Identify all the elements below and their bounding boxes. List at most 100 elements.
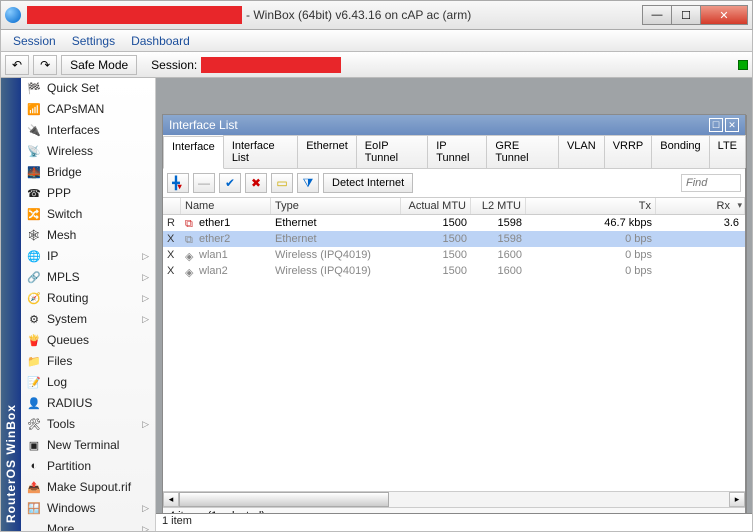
sidebar-label: Partition bbox=[47, 459, 91, 473]
scroll-right-button[interactable]: ▸ bbox=[729, 492, 745, 507]
interface-icon: ⧉ bbox=[185, 218, 195, 228]
outer-statusbar: 1 item bbox=[156, 513, 752, 531]
sidebar-item-log[interactable]: 📝Log bbox=[21, 372, 155, 393]
tab-vrrp[interactable]: VRRP bbox=[604, 135, 653, 168]
window-maximize-button[interactable]: ☐ bbox=[671, 5, 701, 25]
sidebar-item-radius[interactable]: 👤RADIUS bbox=[21, 393, 155, 414]
scroll-track[interactable] bbox=[179, 492, 729, 507]
interface-row[interactable]: X◈wlan1Wireless (IPQ4019)150016000 bps bbox=[163, 247, 745, 263]
interface-row[interactable]: X◈wlan2Wireless (IPQ4019)150016000 bps bbox=[163, 263, 745, 279]
sidebar-label: Wireless bbox=[47, 144, 93, 158]
sidebar-icon: 🏁 bbox=[27, 81, 41, 95]
detect-internet-button[interactable]: Detect Internet bbox=[323, 173, 413, 193]
interface-row[interactable]: X⧉ether2Ethernet150015980 bps bbox=[163, 231, 745, 247]
cell-name: ⧉ether2 bbox=[181, 233, 271, 245]
sidebar-item-ppp[interactable]: ☎PPP bbox=[21, 183, 155, 204]
find-input[interactable] bbox=[681, 174, 741, 192]
col-status[interactable] bbox=[163, 198, 181, 214]
panel-titlebar[interactable]: Interface List ☐ ✕ bbox=[163, 115, 745, 135]
submenu-arrow-icon: ▷ bbox=[142, 272, 149, 283]
tab-interface-list[interactable]: Interface List bbox=[223, 135, 298, 168]
sidebar-item-tools[interactable]: 🛠Tools▷ bbox=[21, 414, 155, 435]
tab-gre-tunnel[interactable]: GRE Tunnel bbox=[486, 135, 559, 168]
sidebar-item-new-terminal[interactable]: ▣New Terminal bbox=[21, 435, 155, 456]
sidebar-item-system[interactable]: ⚙System▷ bbox=[21, 309, 155, 330]
scroll-thumb[interactable] bbox=[179, 492, 389, 507]
sidebar-item-mesh[interactable]: 🕸Mesh bbox=[21, 225, 155, 246]
submenu-arrow-icon: ▷ bbox=[142, 419, 149, 430]
cell-actual-mtu: 1500 bbox=[401, 265, 471, 277]
title-redacted bbox=[27, 6, 242, 24]
tab-lte[interactable]: LTE bbox=[709, 135, 746, 168]
sidebar-label: System bbox=[47, 312, 87, 326]
tab-interface[interactable]: Interface bbox=[163, 136, 224, 169]
horizontal-scrollbar[interactable]: ◂ ▸ bbox=[163, 491, 745, 507]
panel-close-button[interactable]: ✕ bbox=[725, 118, 739, 132]
col-actual-mtu[interactable]: Actual MTU bbox=[401, 198, 471, 214]
enable-button[interactable]: ✔ bbox=[219, 173, 241, 193]
interface-icon: ◈ bbox=[185, 266, 195, 276]
cell-l2-mtu: 1598 bbox=[471, 233, 526, 245]
sidebar-label: Files bbox=[47, 354, 72, 368]
comment-button[interactable]: ▭ bbox=[271, 173, 293, 193]
col-tx[interactable]: Tx bbox=[526, 198, 656, 214]
sidebar-item-make-supout-rif[interactable]: 📤Make Supout.rif bbox=[21, 477, 155, 498]
sidebar-icon: 📝 bbox=[27, 375, 41, 389]
tab-vlan[interactable]: VLAN bbox=[558, 135, 605, 168]
sidebar-item-wireless[interactable]: 📡 Wireless bbox=[21, 141, 155, 162]
tab-ethernet[interactable]: Ethernet bbox=[297, 135, 357, 168]
menu-session[interactable]: Session bbox=[5, 32, 64, 50]
sidebar-item-more[interactable]: More▷ bbox=[21, 519, 155, 531]
sidebar-icon: 📡 bbox=[27, 144, 41, 158]
menu-settings[interactable]: Settings bbox=[64, 32, 123, 50]
tab-ip-tunnel[interactable]: IP Tunnel bbox=[427, 135, 487, 168]
disable-button[interactable]: ✖ bbox=[245, 173, 267, 193]
cell-status: X bbox=[163, 265, 181, 277]
sidebar-item-capsman[interactable]: 📶CAPsMAN bbox=[21, 99, 155, 120]
window-minimize-button[interactable]: — bbox=[642, 5, 672, 25]
menu-bar: SessionSettingsDashboard bbox=[0, 30, 753, 52]
window-title-suffix: - WinBox (64bit) v6.43.16 on cAP ac (arm… bbox=[246, 8, 471, 22]
sidebar-icon: ◐ bbox=[27, 459, 41, 473]
sidebar-item-bridge[interactable]: 🌉Bridge bbox=[21, 162, 155, 183]
window-close-button[interactable]: ✕ bbox=[700, 5, 748, 25]
sidebar-item-queues[interactable]: 🍟Queues bbox=[21, 330, 155, 351]
cell-status: X bbox=[163, 249, 181, 261]
sidebar-icon: 📶 bbox=[27, 102, 41, 116]
col-name[interactable]: Name bbox=[181, 198, 271, 214]
sidebar-item-ip[interactable]: 🌐IP▷ bbox=[21, 246, 155, 267]
redo-button[interactable]: ↷ bbox=[33, 55, 57, 75]
scroll-left-button[interactable]: ◂ bbox=[163, 492, 179, 507]
sidebar-item-windows[interactable]: 🪟Windows▷ bbox=[21, 498, 155, 519]
sidebar-item-files[interactable]: 📁Files bbox=[21, 351, 155, 372]
filter-button[interactable]: ⧩ bbox=[297, 173, 319, 193]
col-l2-mtu[interactable]: L2 MTU bbox=[471, 198, 526, 214]
safe-mode-button[interactable]: Safe Mode bbox=[61, 55, 137, 75]
sidebar-label: MPLS bbox=[47, 270, 80, 284]
cell-tx: 46.7 kbps bbox=[526, 217, 656, 229]
cell-type: Ethernet bbox=[271, 233, 401, 245]
tab-eoip-tunnel[interactable]: EoIP Tunnel bbox=[356, 135, 428, 168]
panel-restore-button[interactable]: ☐ bbox=[709, 118, 723, 132]
tab-bonding[interactable]: Bonding bbox=[651, 135, 709, 168]
panel-title-text: Interface List bbox=[169, 118, 238, 132]
sidebar-item-interfaces[interactable]: 🔌Interfaces bbox=[21, 120, 155, 141]
cell-rx: 3.6 bbox=[656, 217, 745, 229]
sidebar-item-partition[interactable]: ◐ Partition bbox=[21, 456, 155, 477]
col-type[interactable]: Type bbox=[271, 198, 401, 214]
col-rx[interactable]: Rx bbox=[656, 198, 745, 214]
sidebar-icon: 🔗 bbox=[27, 270, 41, 284]
add-button[interactable]: ╋▾ bbox=[167, 173, 189, 193]
menu-dashboard[interactable]: Dashboard bbox=[123, 32, 198, 50]
sidebar-item-switch[interactable]: 🔀Switch bbox=[21, 204, 155, 225]
cell-status: R bbox=[163, 217, 181, 229]
sidebar-label: Mesh bbox=[47, 228, 76, 242]
sidebar-item-routing[interactable]: 🧭Routing▷ bbox=[21, 288, 155, 309]
interface-row[interactable]: R⧉ether1Ethernet1500159846.7 kbps3.6 bbox=[163, 215, 745, 231]
undo-button[interactable]: ↶ bbox=[5, 55, 29, 75]
status-indicator bbox=[738, 60, 748, 70]
sidebar-label: Switch bbox=[47, 207, 82, 221]
sidebar-item-mpls[interactable]: 🔗 MPLS ▷ bbox=[21, 267, 155, 288]
remove-button[interactable]: — bbox=[193, 173, 215, 193]
sidebar-item-quick-set[interactable]: 🏁Quick Set bbox=[21, 78, 155, 99]
